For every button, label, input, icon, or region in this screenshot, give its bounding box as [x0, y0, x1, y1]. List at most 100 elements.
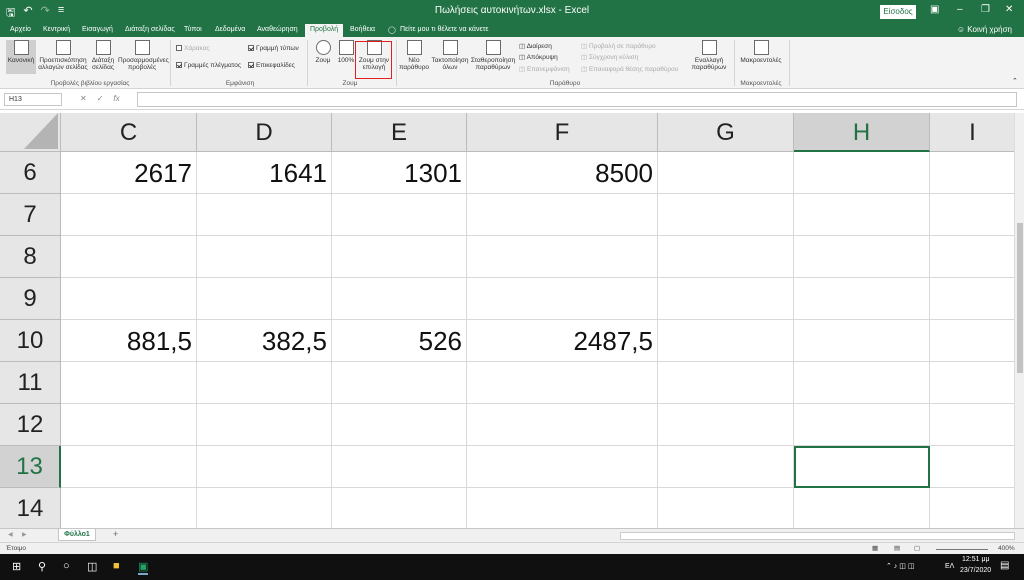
row-header-8[interactable]: 8 [0, 236, 61, 278]
custom-views-button[interactable]: Προσαρμοσμένες προβολές [118, 40, 169, 71]
cell-h13[interactable] [794, 446, 930, 488]
cell-h9[interactable] [794, 278, 930, 320]
column-header-f[interactable]: F [467, 113, 658, 152]
row-header-6[interactable]: 6 [0, 152, 61, 194]
row-header-12[interactable]: 12 [0, 404, 61, 446]
cell-h11[interactable] [794, 362, 930, 404]
macros-button[interactable]: Μακροεντολές [738, 40, 784, 64]
gridlines-checkbox[interactable]: Γραμμές πλέγματος [176, 62, 241, 70]
cell-e12[interactable] [332, 404, 467, 446]
cell-i8[interactable] [930, 236, 1016, 278]
cell-h10[interactable] [794, 320, 930, 362]
headings-checkbox[interactable]: Επικεφαλίδες [248, 62, 295, 70]
cell-f7[interactable] [467, 194, 658, 236]
cell-d7[interactable] [197, 194, 332, 236]
page-break-preview-button[interactable]: Προεπισκόπηση αλλαγών σελίδας [38, 40, 88, 71]
arrange-all-button[interactable]: Τακτοποίηση όλων [431, 40, 469, 71]
cell-h12[interactable] [794, 404, 930, 446]
cell-c12[interactable] [61, 404, 197, 446]
zoom-level[interactable]: 400% [998, 545, 1015, 552]
cell-c6[interactable]: 2617 [61, 152, 197, 194]
row-header-9[interactable]: 9 [0, 278, 61, 320]
tab-insert[interactable]: Εισαγωγή [82, 26, 113, 33]
ribbon-display-icon[interactable]: ▣ [930, 4, 939, 15]
view-side-by-side-button[interactable]: ◫ Προβολή σε παράθυρο [581, 43, 656, 51]
column-header-g[interactable]: G [658, 113, 794, 152]
cell-h14[interactable] [794, 488, 930, 528]
file-explorer-icon[interactable]: ■ [113, 560, 120, 572]
prev-sheet-icon[interactable]: ◀ [8, 531, 13, 538]
cell-g6[interactable] [658, 152, 794, 194]
page-break-status-icon[interactable]: ▢ [914, 544, 920, 552]
next-sheet-icon[interactable]: ▶ [22, 531, 27, 538]
new-window-button[interactable]: Νέο παράθυρο [398, 40, 430, 71]
tab-home[interactable]: Κεντρική [43, 26, 70, 33]
cell-e6[interactable]: 1301 [332, 152, 467, 194]
cell-c9[interactable] [61, 278, 197, 320]
switch-windows-button[interactable]: Εναλλαγή παραθύρων [688, 40, 730, 71]
cell-g12[interactable] [658, 404, 794, 446]
zoom-button[interactable]: Ζουμ [311, 40, 335, 64]
cell-g13[interactable] [658, 446, 794, 488]
column-header-d[interactable]: D [197, 113, 332, 152]
cell-e13[interactable] [332, 446, 467, 488]
system-tray-icons[interactable]: ⌃ ♪ ◫ ◫ [886, 562, 914, 570]
cell-g11[interactable] [658, 362, 794, 404]
cell-i10[interactable] [930, 320, 1016, 362]
cell-e7[interactable] [332, 194, 467, 236]
cell-f9[interactable] [467, 278, 658, 320]
function-icon[interactable]: fx [113, 94, 119, 103]
cell-f14[interactable] [467, 488, 658, 528]
column-header-e[interactable]: E [332, 113, 467, 152]
row-header-10[interactable]: 10 [0, 320, 61, 362]
enter-icon[interactable]: ✓ [97, 94, 104, 103]
row-header-13[interactable]: 13 [0, 446, 61, 488]
horizontal-scrollbar[interactable] [620, 532, 1015, 540]
formula-bar-checkbox[interactable]: Γραμμή τύπων [248, 45, 299, 53]
cell-e9[interactable] [332, 278, 467, 320]
page-layout-button[interactable]: Διάταξη σελίδας [89, 40, 117, 71]
sheet-tab[interactable]: Φύλλο1 [58, 529, 96, 541]
tab-formulas[interactable]: Τύποι [184, 26, 202, 33]
cell-i6[interactable] [930, 152, 1016, 194]
hide-button[interactable]: ◫ Απόκρυψη [519, 54, 558, 62]
row-header-11[interactable]: 11 [0, 362, 61, 404]
task-view-icon[interactable]: ◫ [87, 560, 97, 573]
cell-c8[interactable] [61, 236, 197, 278]
reset-window-position-button[interactable]: ◫ Επαναφορά θέσης παραθύρου [581, 66, 678, 74]
cell-c14[interactable] [61, 488, 197, 528]
ruler-checkbox[interactable]: Χάρακας [176, 45, 210, 53]
excel-taskbar-icon[interactable]: ▣ [138, 560, 149, 575]
cell-c10[interactable]: 881,5 [61, 320, 197, 362]
unhide-button[interactable]: ◫ Επανεμφάνιση [519, 66, 570, 74]
windows-start-icon[interactable]: ⊞ [12, 560, 21, 573]
page-layout-status-icon[interactable]: ▤ [894, 544, 900, 552]
cell-i7[interactable] [930, 194, 1016, 236]
cell-i13[interactable] [930, 446, 1016, 488]
cell-h6[interactable] [794, 152, 930, 194]
clock-time[interactable]: 12:51 μμ [962, 556, 990, 563]
row-header-7[interactable]: 7 [0, 194, 61, 236]
restore-icon[interactable]: ❐ [981, 4, 990, 15]
tab-file[interactable]: Αρχείο [10, 26, 31, 33]
close-icon[interactable]: ✕ [1005, 4, 1013, 15]
cell-e10[interactable]: 526 [332, 320, 467, 362]
cell-g8[interactable] [658, 236, 794, 278]
language-indicator[interactable]: ΕΛ [945, 563, 954, 570]
column-header-h[interactable]: H [794, 113, 930, 152]
name-box[interactable]: H13 [4, 93, 62, 106]
search-icon[interactable]: ⚲ [38, 560, 46, 573]
cell-g7[interactable] [658, 194, 794, 236]
cell-h8[interactable] [794, 236, 930, 278]
cell-d11[interactable] [197, 362, 332, 404]
column-header-c[interactable]: C [61, 113, 197, 152]
notifications-icon[interactable]: ▤ [1000, 560, 1009, 571]
column-header-i[interactable]: I [930, 113, 1016, 152]
cancel-icon[interactable]: ✕ [80, 94, 87, 103]
vertical-scrollbar[interactable] [1014, 113, 1024, 528]
row-header-14[interactable]: 14 [0, 488, 61, 528]
synchronous-scrolling-button[interactable]: ◫ Σύγχρονη κύλιση [581, 54, 638, 62]
cell-h7[interactable] [794, 194, 930, 236]
cell-d10[interactable]: 382,5 [197, 320, 332, 362]
cell-i11[interactable] [930, 362, 1016, 404]
